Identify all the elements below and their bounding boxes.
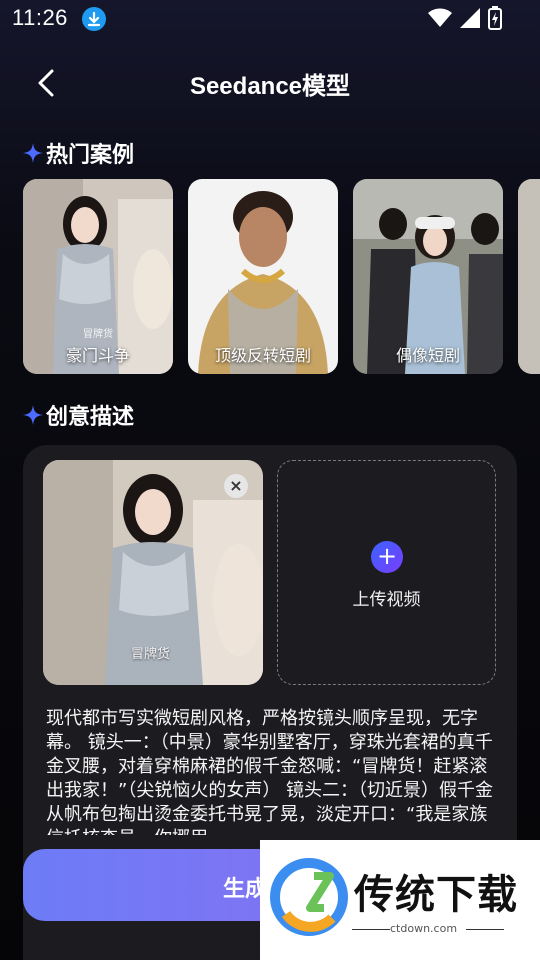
download-icon xyxy=(82,7,106,31)
watermark: 传统下载 ctdown.com xyxy=(260,840,540,960)
case-label-1: 豪门斗争 xyxy=(65,346,130,365)
creative-heading: 创意描述 xyxy=(22,399,134,431)
plus-icon: + xyxy=(371,541,403,573)
hot-cases-title: 热门案例 xyxy=(46,143,135,168)
reference-image-caption: 冒牌货 xyxy=(131,647,171,662)
signal-icon xyxy=(460,8,480,28)
hot-cases-carousel[interactable]: 冒牌货 豪门斗争 顶级反转短剧 偶像短剧 xyxy=(23,179,540,374)
sparkle-icon xyxy=(23,405,43,425)
creative-description-input[interactable]: 现代都市写实微短剧风格，严格按镜头顺序呈现，无字幕。 镜头一：（中景）豪华别墅客… xyxy=(46,707,498,835)
watermark-logo-icon xyxy=(270,858,348,936)
case-card-4[interactable] xyxy=(518,179,540,374)
battery-charging-icon xyxy=(488,6,502,30)
case-label-2: 顶级反转短剧 xyxy=(214,346,311,365)
watermark-url: ctdown.com xyxy=(390,922,458,935)
status-icons xyxy=(428,6,502,30)
creative-title: 创意描述 xyxy=(46,405,135,430)
page-title: Seedance模型 xyxy=(189,73,351,100)
status-time: 11:26 xyxy=(12,5,68,30)
case-card-3[interactable]: 偶像短剧 xyxy=(353,179,503,374)
watermark-divider xyxy=(466,929,504,930)
status-bar: 11:26 xyxy=(0,0,540,38)
watermark-text: 传统下载 xyxy=(354,872,518,918)
sparkle-icon xyxy=(23,143,43,163)
upload-video-label: 上传视频 xyxy=(352,590,421,610)
close-icon: × xyxy=(229,476,243,495)
upload-video-button[interactable]: + 上传视频 xyxy=(277,460,496,685)
case-label-3: 偶像短剧 xyxy=(395,346,460,365)
hot-cases-heading: 热门案例 xyxy=(22,137,134,169)
case-overlay-caption: 冒牌货 xyxy=(83,329,113,340)
case-card-2[interactable]: 顶级反转短剧 xyxy=(188,179,338,374)
wifi-icon xyxy=(428,8,452,27)
case-thumbnail-4 xyxy=(518,179,540,374)
case-card-1[interactable]: 冒牌货 豪门斗争 xyxy=(23,179,173,374)
watermark-divider xyxy=(352,929,390,930)
remove-image-button[interactable]: × xyxy=(224,474,248,498)
